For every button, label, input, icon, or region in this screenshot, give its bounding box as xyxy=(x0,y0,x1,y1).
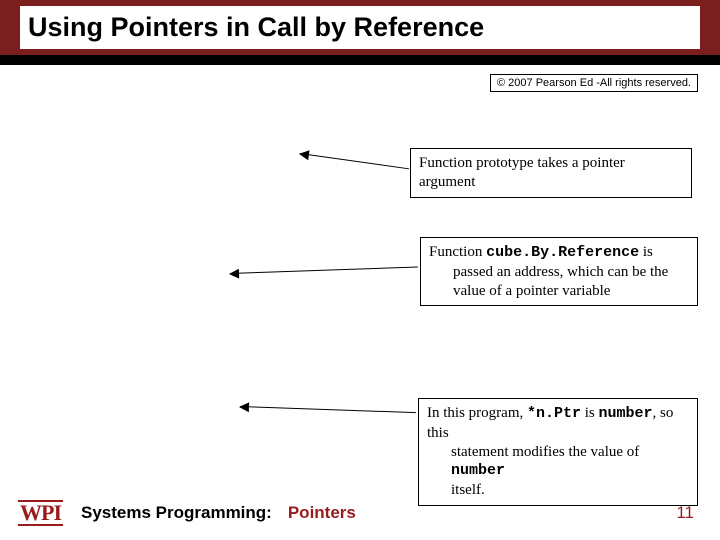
footer: WPI Systems Programming: Pointers 11 xyxy=(0,500,720,526)
callout-address-line2: passed an address, which can be the xyxy=(429,263,689,282)
arrow-to-modifies xyxy=(240,406,416,413)
code-fragment: cube.By.Reference xyxy=(486,244,639,261)
footer-text-group: Systems Programming: Pointers xyxy=(81,503,356,523)
callout-modifies: In this program, *n.Ptr is number, so th… xyxy=(418,398,698,506)
code-fragment: number xyxy=(451,462,505,479)
arrow-to-prototype xyxy=(300,153,409,169)
copyright-notice: © 2007 Pearson Ed -All rights reserved. xyxy=(490,74,698,92)
callout-modifies-line3: itself. xyxy=(427,481,689,500)
title-container: Using Pointers in Call by Reference xyxy=(20,6,700,49)
footer-course-label: Systems Programming: xyxy=(81,503,272,522)
slide: Using Pointers in Call by Reference © 20… xyxy=(0,0,720,540)
callout-address-line1: Function cube.By.Reference is xyxy=(429,244,653,260)
callout-modifies-line1: In this program, *n.Ptr is number, so th… xyxy=(427,405,673,441)
text-fragment: statement modifies the value of xyxy=(451,444,639,460)
text-fragment: is xyxy=(581,405,599,421)
footer-left: WPI Systems Programming: Pointers xyxy=(18,500,356,526)
text-fragment: In this program, xyxy=(427,405,527,421)
callout-address: Function cube.By.Reference is passed an … xyxy=(420,237,698,306)
callout-modifies-line2: statement modifies the value of number xyxy=(427,443,689,482)
callout-address-line3: value of a pointer variable xyxy=(429,282,689,301)
page-number: 11 xyxy=(676,503,694,523)
code-fragment: *n.Ptr xyxy=(527,405,581,422)
arrow-to-address xyxy=(230,266,418,274)
code-fragment: number xyxy=(599,405,653,422)
callout-prototype: Function prototype takes a pointer argum… xyxy=(410,148,692,198)
text-fragment: is xyxy=(639,244,653,260)
divider-bar xyxy=(0,55,720,65)
callout-prototype-text: Function prototype takes a pointer argum… xyxy=(419,155,625,190)
slide-title: Using Pointers in Call by Reference xyxy=(28,12,484,42)
wpi-logo: WPI xyxy=(18,500,63,526)
text-fragment: Function xyxy=(429,244,486,260)
footer-topic: Pointers xyxy=(288,503,356,522)
